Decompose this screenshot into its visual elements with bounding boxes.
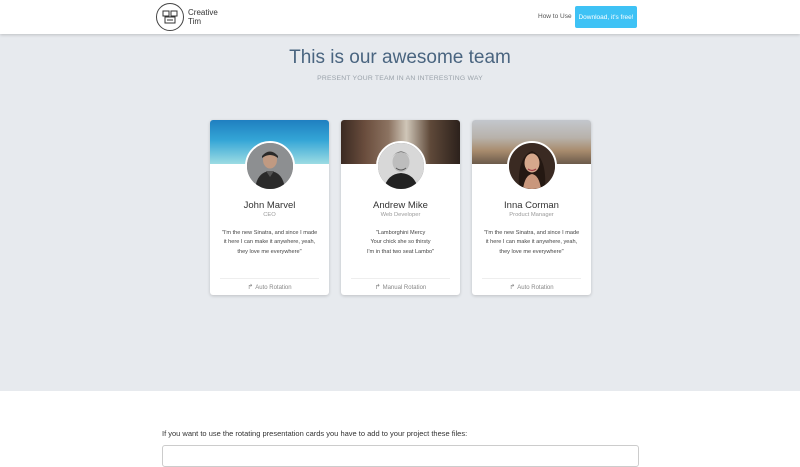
brand-line-1: Creative: [188, 8, 218, 17]
creative-tim-logo: [156, 3, 184, 31]
team-card-andrew-mike[interactable]: Andrew Mike Web Developer "Lamborghini M…: [341, 120, 460, 295]
brand[interactable]: Creative Tim: [156, 3, 218, 31]
share-arrow-icon: ↱: [374, 284, 381, 291]
navbar: Creative Tim How to Use Download, it's f…: [0, 0, 800, 34]
quote-line: "Lamborghini Mercy: [375, 230, 426, 236]
rotation-label: Manual Rotation: [382, 285, 427, 291]
share-arrow-icon: ↱: [509, 284, 516, 291]
quote-line: they love me everywhere": [237, 248, 302, 255]
quote-line: they love me everywhere": [499, 248, 564, 255]
download-button[interactable]: Download, it's free!: [575, 6, 637, 28]
member-quote: "I'm the new Sinatra, and since I made i…: [214, 229, 325, 257]
brand-name: Creative Tim: [188, 8, 218, 26]
avatar: [245, 141, 295, 191]
auto-rotation-button[interactable]: ↱ Auto Rotation: [210, 283, 329, 291]
member-name: Inna Corman: [504, 200, 559, 211]
card-divider: [482, 278, 581, 279]
avatar: [507, 141, 557, 191]
how-to-use-link[interactable]: How to Use: [538, 13, 572, 20]
avatar: [376, 141, 426, 191]
brand-line-2: Tim: [188, 17, 202, 26]
quote-line: I'm in that two seat Lambo": [366, 248, 435, 255]
quote-line: Your chick she so thirsty: [370, 239, 431, 246]
manual-rotation-button[interactable]: ↱ Manual Rotation: [341, 283, 460, 291]
auto-rotation-button[interactable]: ↱ Auto Rotation: [472, 283, 591, 291]
quote-line: it here I can make it anywhere, yeah,: [485, 239, 578, 246]
member-role: Web Developer: [380, 212, 421, 218]
rotation-label: Auto Rotation: [517, 285, 554, 291]
team-card-john-marvel[interactable]: John Marvel CEO "I'm the new Sinatra, an…: [210, 120, 329, 295]
team-card-inna-corman[interactable]: Inna Corman Product Manager "I'm the new…: [472, 120, 591, 295]
share-arrow-icon: ↱: [247, 284, 254, 291]
code-box[interactable]: [162, 445, 639, 467]
member-quote: "I'm the new Sinatra, and since I made i…: [476, 229, 587, 257]
quote-line: "I'm the new Sinatra, and since I made: [221, 230, 318, 236]
member-role: CEO: [263, 212, 276, 218]
rotation-label: Auto Rotation: [255, 285, 292, 291]
page-subtitle: PRESENT YOUR TEAM IN AN INTERESTING WAY: [317, 75, 483, 82]
member-name: Andrew Mike: [373, 200, 428, 211]
instructions-text: If you want to use the rotating presenta…: [162, 429, 468, 438]
member-role: Product Manager: [509, 212, 554, 218]
card-divider: [220, 278, 319, 279]
card-divider: [351, 278, 450, 279]
page-title: This is our awesome team: [289, 47, 511, 68]
quote-line: "I'm the new Sinatra, and since I made: [483, 230, 580, 236]
member-name: John Marvel: [243, 200, 296, 211]
quote-line: it here I can make it anywhere, yeah,: [223, 239, 316, 246]
member-quote: "Lamborghini Mercy Your chick she so thi…: [345, 229, 456, 257]
